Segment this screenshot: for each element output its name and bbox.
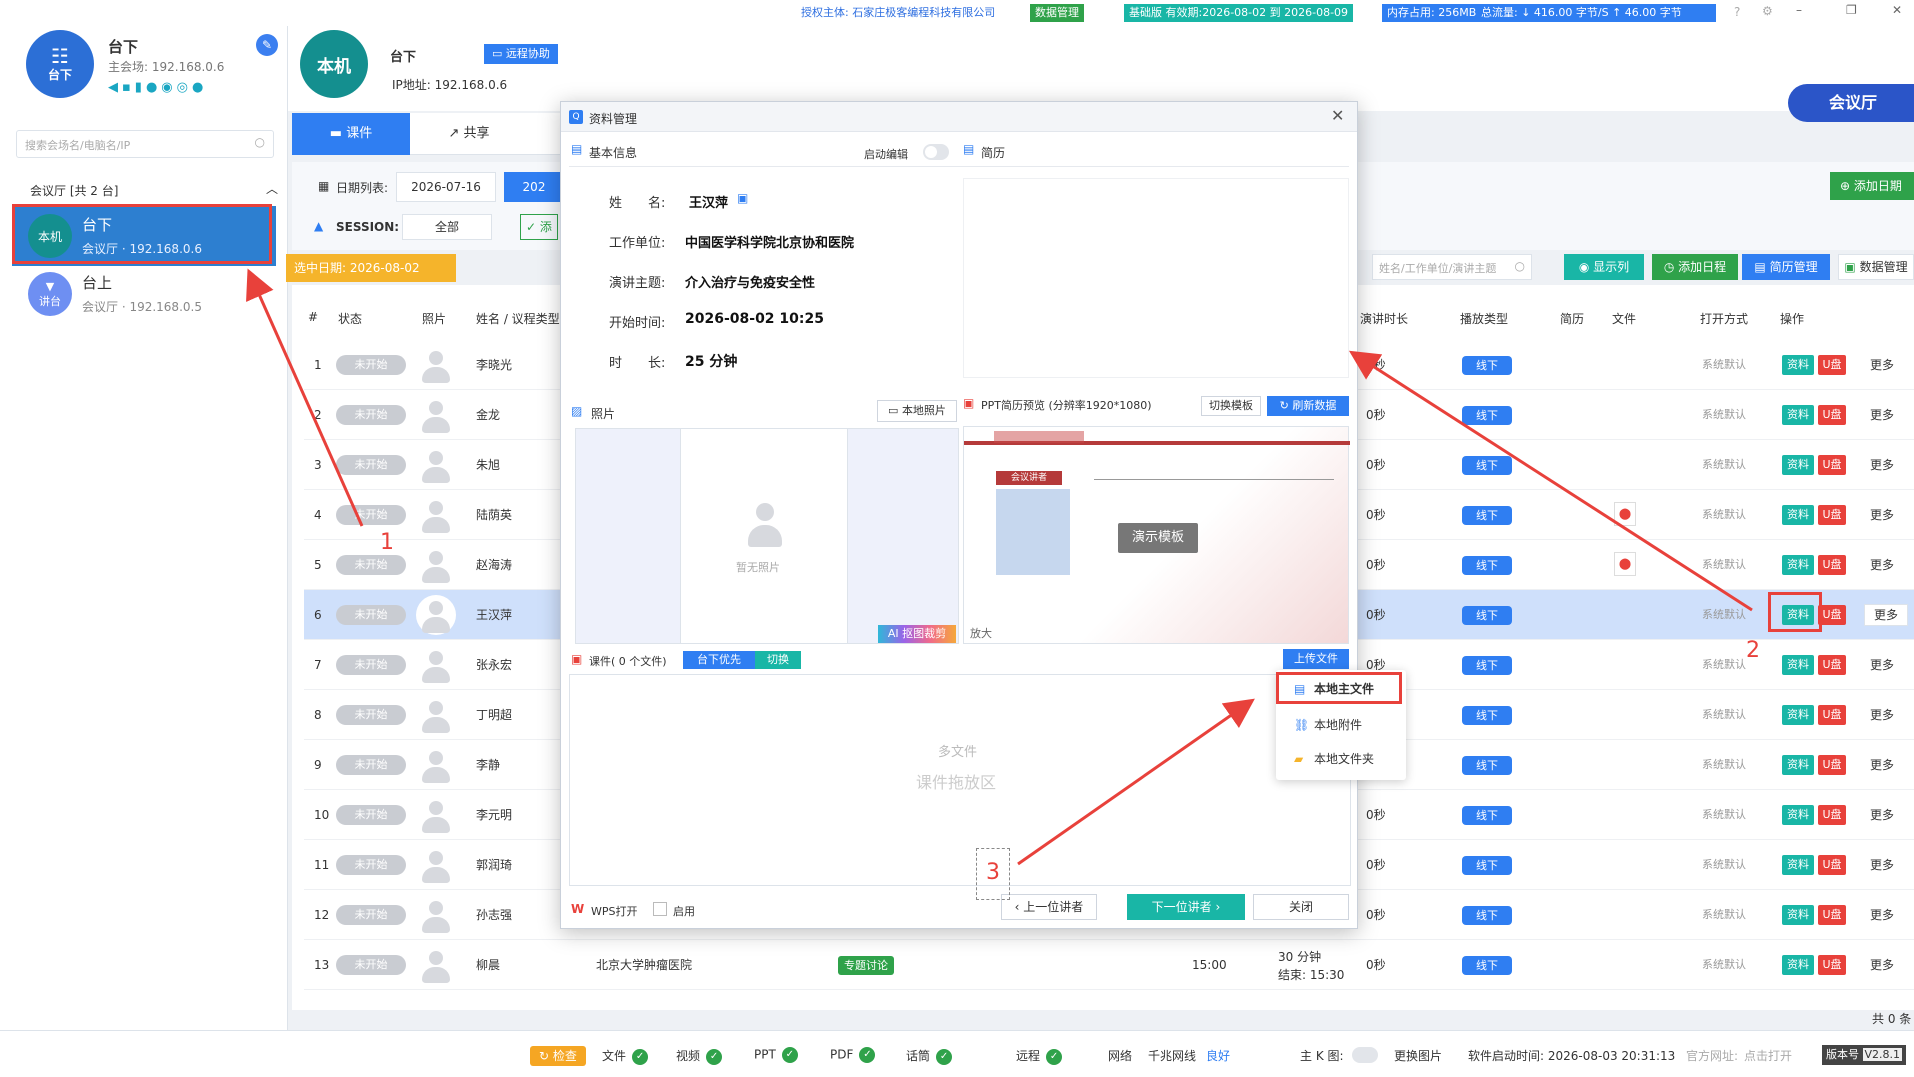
annotation-2: 2 (1746, 638, 1760, 663)
annotation-1: 1 (380, 530, 394, 555)
annotation-3: 3 (986, 860, 1000, 885)
arrow-1 (246, 268, 364, 527)
arrow-3 (1017, 698, 1255, 866)
arrow-2 (1348, 350, 1753, 612)
annotation-arrows (246, 268, 1753, 866)
